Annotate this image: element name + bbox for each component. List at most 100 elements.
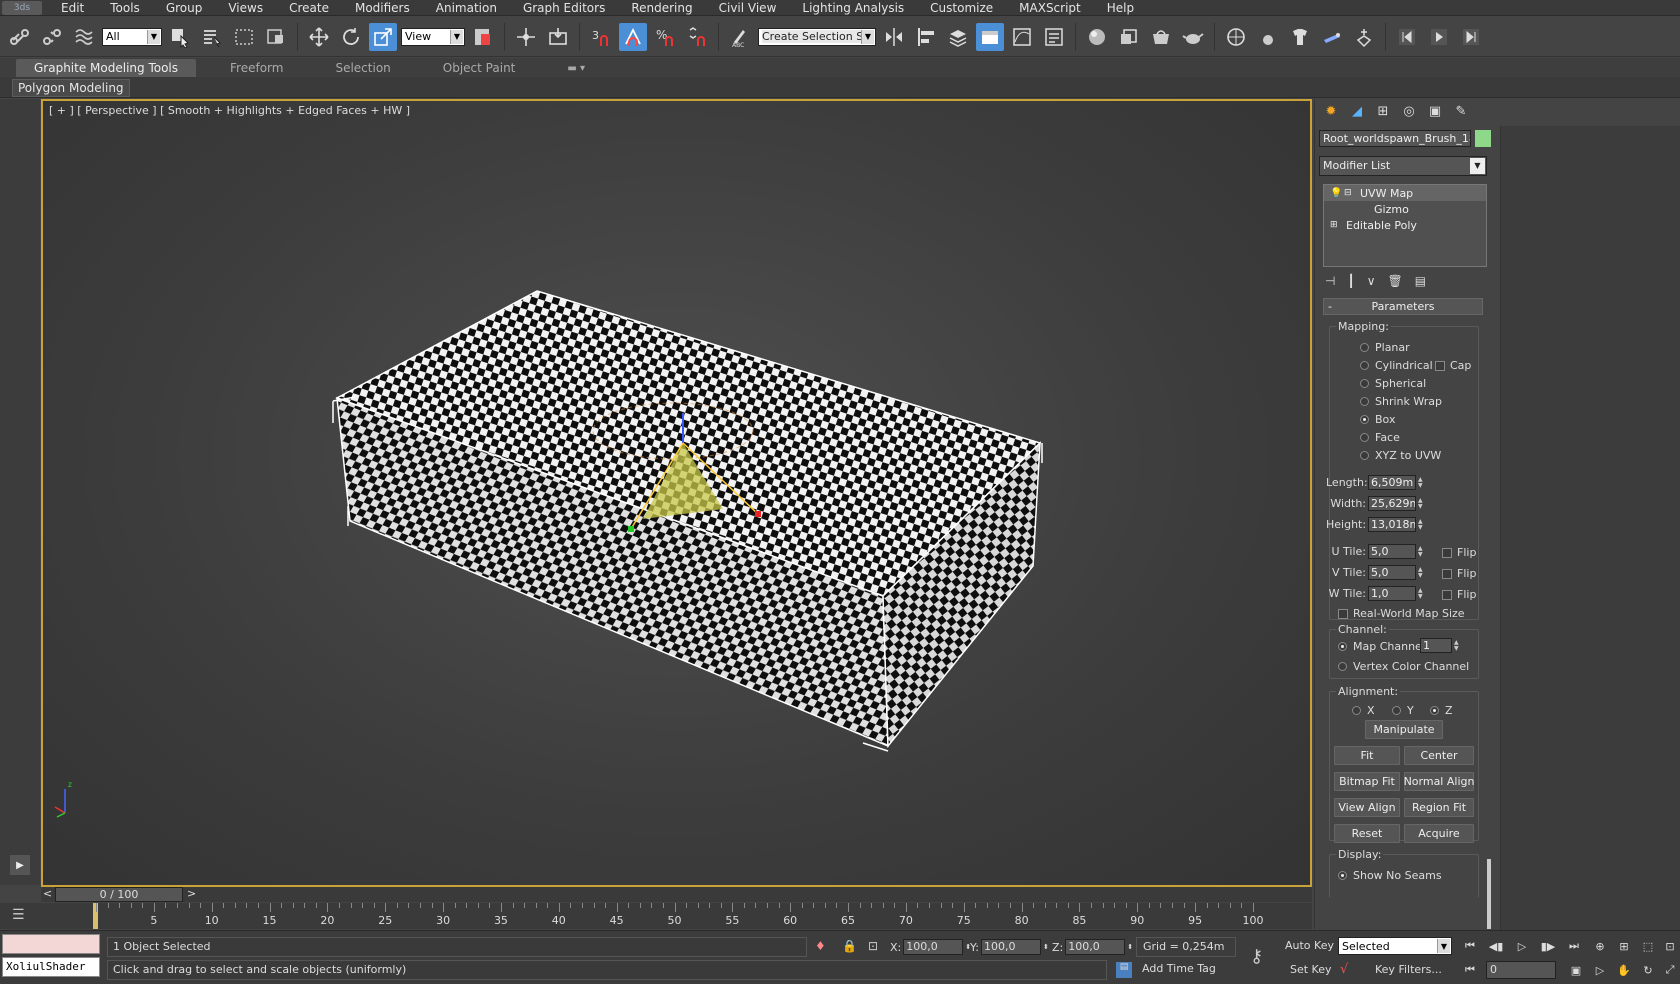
select-by-name-icon[interactable] — [198, 23, 226, 51]
menu-help[interactable]: Help — [1094, 1, 1147, 15]
track-bar[interactable]: 5 10 15 20 25 30 35 40 45 50 55 60 65 70 75 80 85 90 95 100 — [41, 903, 1312, 929]
align-icon[interactable] — [912, 23, 940, 51]
mirror-icon[interactable] — [880, 23, 908, 51]
unlink-icon[interactable] — [38, 23, 66, 51]
width-field[interactable]: 25,629m — [1368, 496, 1416, 511]
hair-icon[interactable] — [1318, 23, 1346, 51]
next-frame-icon[interactable]: ▮▶ — [1538, 936, 1558, 956]
angle-snap-icon[interactable] — [619, 22, 647, 51]
modify-tab-icon[interactable]: ◢ — [1347, 101, 1367, 121]
tab-object-paint[interactable]: Object Paint — [425, 59, 534, 77]
render-end-icon[interactable] — [1457, 23, 1485, 51]
normal-align-button[interactable]: Normal Align — [1404, 772, 1474, 791]
app-logo[interactable]: 3ds — [2, 0, 42, 15]
go-to-end-icon[interactable]: ⏭ — [1564, 936, 1584, 956]
named-selection-dropdown[interactable]: Create Selection Se ▼ — [758, 27, 876, 46]
acquire-button[interactable]: Acquire — [1404, 824, 1474, 843]
spinner-snap-icon[interactable] — [683, 23, 711, 51]
render-play-icon[interactable] — [1425, 23, 1453, 51]
utilities-tab-icon[interactable]: ✎ — [1451, 101, 1471, 121]
maxscript-mini-listener[interactable]: XoliulShader — [2, 957, 100, 977]
keyboard-shortcut-icon[interactable] — [544, 23, 572, 51]
layer-manager-icon[interactable] — [944, 23, 972, 51]
edit-named-selection-icon[interactable]: ABC — [726, 23, 754, 51]
make-unique-icon[interactable]: ∨ — [1367, 274, 1376, 292]
mapping-xyz-to-uvw-radio[interactable]: XYZ to UVW — [1360, 449, 1441, 462]
w-flip-checkbox[interactable]: Flip — [1442, 588, 1476, 601]
cap-checkbox[interactable]: Cap — [1435, 359, 1471, 372]
region-fit-button[interactable]: Region Fit — [1404, 798, 1474, 817]
auto-key-button[interactable]: Auto Key — [1285, 939, 1334, 952]
map-channel-field[interactable]: 1 — [1420, 638, 1452, 653]
create-tab-icon[interactable]: ✹ — [1321, 101, 1341, 121]
width-spinner[interactable]: Width: 25,629m ▲ ▼ — [1326, 496, 1426, 511]
spinner-arrows-icon[interactable]: ▲ ▼ — [1418, 475, 1426, 490]
manipulate-button[interactable]: Manipulate — [1365, 720, 1443, 739]
spinner-arrows-icon[interactable]: ▲ ▼ — [1418, 565, 1426, 580]
expand-icon[interactable]: ⊞ — [1330, 220, 1342, 230]
real-world-map-size-checkbox[interactable]: Real-World Map Size — [1338, 607, 1465, 620]
key-filters-button[interactable]: Key Filters... — [1375, 963, 1442, 976]
lightbulb-icon[interactable]: 💡 — [1330, 188, 1344, 199]
time-config-icon[interactable]: ▣ — [1566, 960, 1586, 980]
length-field[interactable]: 6,509m — [1368, 475, 1416, 490]
y-field[interactable]: 100,0 — [980, 939, 1041, 955]
stack-item-editable-poly[interactable]: ⊞ Editable Poly — [1324, 217, 1486, 233]
parameters-rollout-header[interactable]: - Parameters — [1323, 298, 1483, 315]
vertex-color-channel-radio[interactable]: Vertex Color Channel — [1338, 660, 1469, 673]
x-field[interactable]: 100,0 — [903, 939, 964, 955]
menu-maxscript[interactable]: MAXScript — [1006, 1, 1094, 15]
cloth-icon[interactable] — [1286, 23, 1314, 51]
pivot-center-icon[interactable] — [469, 23, 497, 51]
u-tile-spinner[interactable]: U Tile: 5,0 ▲ ▼ — [1326, 544, 1426, 559]
render-setup-icon[interactable] — [1115, 23, 1143, 51]
configure-sets-icon[interactable]: ▤ — [1415, 274, 1426, 292]
current-frame-field[interactable]: 0 — [1486, 961, 1556, 979]
stack-item-gizmo[interactable]: Gizmo — [1324, 201, 1486, 217]
tab-selection[interactable]: Selection — [317, 59, 408, 77]
w-tile-spinner[interactable]: W Tile: 1,0 ▲ ▼ — [1326, 586, 1426, 601]
graphite-toggle-icon[interactable] — [976, 22, 1004, 51]
percent-snap-icon[interactable]: % — [651, 23, 679, 51]
go-to-start-icon[interactable]: ⏮ — [1460, 936, 1480, 956]
menu-customize[interactable]: Customize — [917, 1, 1006, 15]
display-tab-icon[interactable]: ▣ — [1425, 101, 1445, 121]
fov-icon[interactable]: ▷ — [1590, 960, 1610, 980]
snap-toggle-icon[interactable]: 3 — [587, 23, 615, 51]
mapping-cylindrical-radio[interactable]: Cylindrical — [1360, 359, 1433, 372]
polygon-modeling-panel[interactable]: Polygon Modeling — [12, 79, 130, 97]
menu-group[interactable]: Group — [153, 1, 216, 15]
spinner-arrows-icon[interactable]: ▲ ▼ — [1418, 586, 1426, 601]
menu-edit[interactable]: Edit — [48, 1, 97, 15]
collapse-icon[interactable]: ⊟ — [1344, 188, 1356, 198]
hierarchy-tab-icon[interactable]: ⊞ — [1373, 101, 1393, 121]
perspective-viewport[interactable]: [ + ] [ Perspective ] [ Smooth + Highlig… — [41, 99, 1312, 887]
center-button[interactable]: Center — [1404, 746, 1474, 765]
pan-icon[interactable]: ✋ — [1614, 960, 1634, 980]
tab-graphite-modeling-tools[interactable]: Graphite Modeling Tools — [16, 59, 197, 77]
v-tile-spinner[interactable]: V Tile: 5,0 ▲ ▼ — [1326, 565, 1426, 580]
bitmap-fit-button[interactable]: Bitmap Fit — [1334, 772, 1400, 791]
height-spinner[interactable]: Height: 13,018m ▲ ▼ — [1326, 517, 1426, 532]
time-slider[interactable]: 0 / 100 — [55, 887, 183, 902]
v-tile-field[interactable]: 5,0 — [1368, 565, 1416, 580]
spinner-arrows-icon[interactable]: ▲ ▼ — [1418, 496, 1426, 511]
zoom-icon[interactable]: ⊕ — [1590, 936, 1610, 956]
length-spinner[interactable]: Length: 6,509m ▲ ▼ — [1326, 475, 1426, 490]
map-channel-radio[interactable]: Map Channel: — [1338, 640, 1429, 653]
select-manipulate-icon[interactable] — [512, 23, 540, 51]
lock-icon[interactable]: 🔒 — [842, 939, 857, 953]
rect-selection-icon[interactable] — [230, 23, 258, 51]
menu-civil-view[interactable]: Civil View — [706, 1, 790, 15]
absolute-mode-icon[interactable]: ⊡ — [868, 939, 878, 953]
link-icon[interactable] — [6, 23, 34, 51]
rendered-frame-icon[interactable] — [1147, 23, 1175, 51]
sphere-icon[interactable] — [1254, 23, 1282, 51]
menu-modifiers[interactable]: Modifiers — [342, 1, 423, 15]
tab-freeform[interactable]: Freeform — [212, 59, 301, 77]
set-key-button[interactable]: Set Key — [1290, 963, 1332, 976]
curve-icon[interactable]: √ — [1340, 962, 1348, 977]
v-flip-checkbox[interactable]: Flip — [1442, 567, 1476, 580]
spinner-arrows-icon[interactable]: ▲ ▼ — [1418, 517, 1426, 532]
z-field[interactable]: 100,0 — [1065, 939, 1126, 955]
